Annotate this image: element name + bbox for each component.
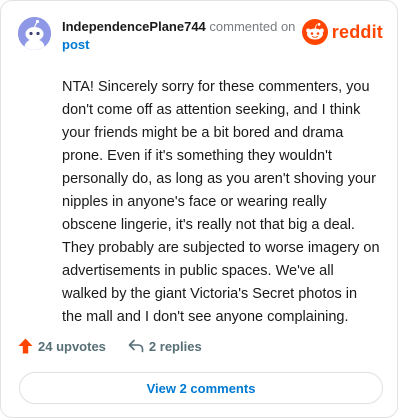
username-link[interactable]: IndependencePlane744 xyxy=(62,19,206,34)
upvote-arrow-icon xyxy=(18,338,33,354)
view-comments-button[interactable]: View 2 comments xyxy=(19,372,383,404)
comment-header: IndependencePlane744 commented on xyxy=(62,18,295,36)
reddit-wordmark: reddit xyxy=(331,21,383,42)
avatar-snoo-icon xyxy=(18,17,51,50)
upvote-count: 24 upvotes xyxy=(38,338,106,354)
commented-on-text: commented on xyxy=(209,19,296,34)
upvote-button[interactable]: 24 upvotes xyxy=(18,338,106,354)
comment-body: NTA! Sincerely sorry for these commenter… xyxy=(62,79,380,325)
reddit-logo[interactable]: reddit xyxy=(301,19,383,45)
replies-button[interactable]: 2 replies xyxy=(128,339,202,354)
comment-card: IndependencePlane744 commented on post r… xyxy=(0,0,398,418)
user-avatar[interactable] xyxy=(18,17,51,50)
reply-count: 2 replies xyxy=(148,338,202,354)
reply-arrow-icon xyxy=(128,339,144,353)
post-link[interactable]: post xyxy=(62,36,89,54)
reddit-snoo-icon xyxy=(301,19,328,45)
comment-actions: 24 upvotes 2 replies xyxy=(18,338,202,354)
